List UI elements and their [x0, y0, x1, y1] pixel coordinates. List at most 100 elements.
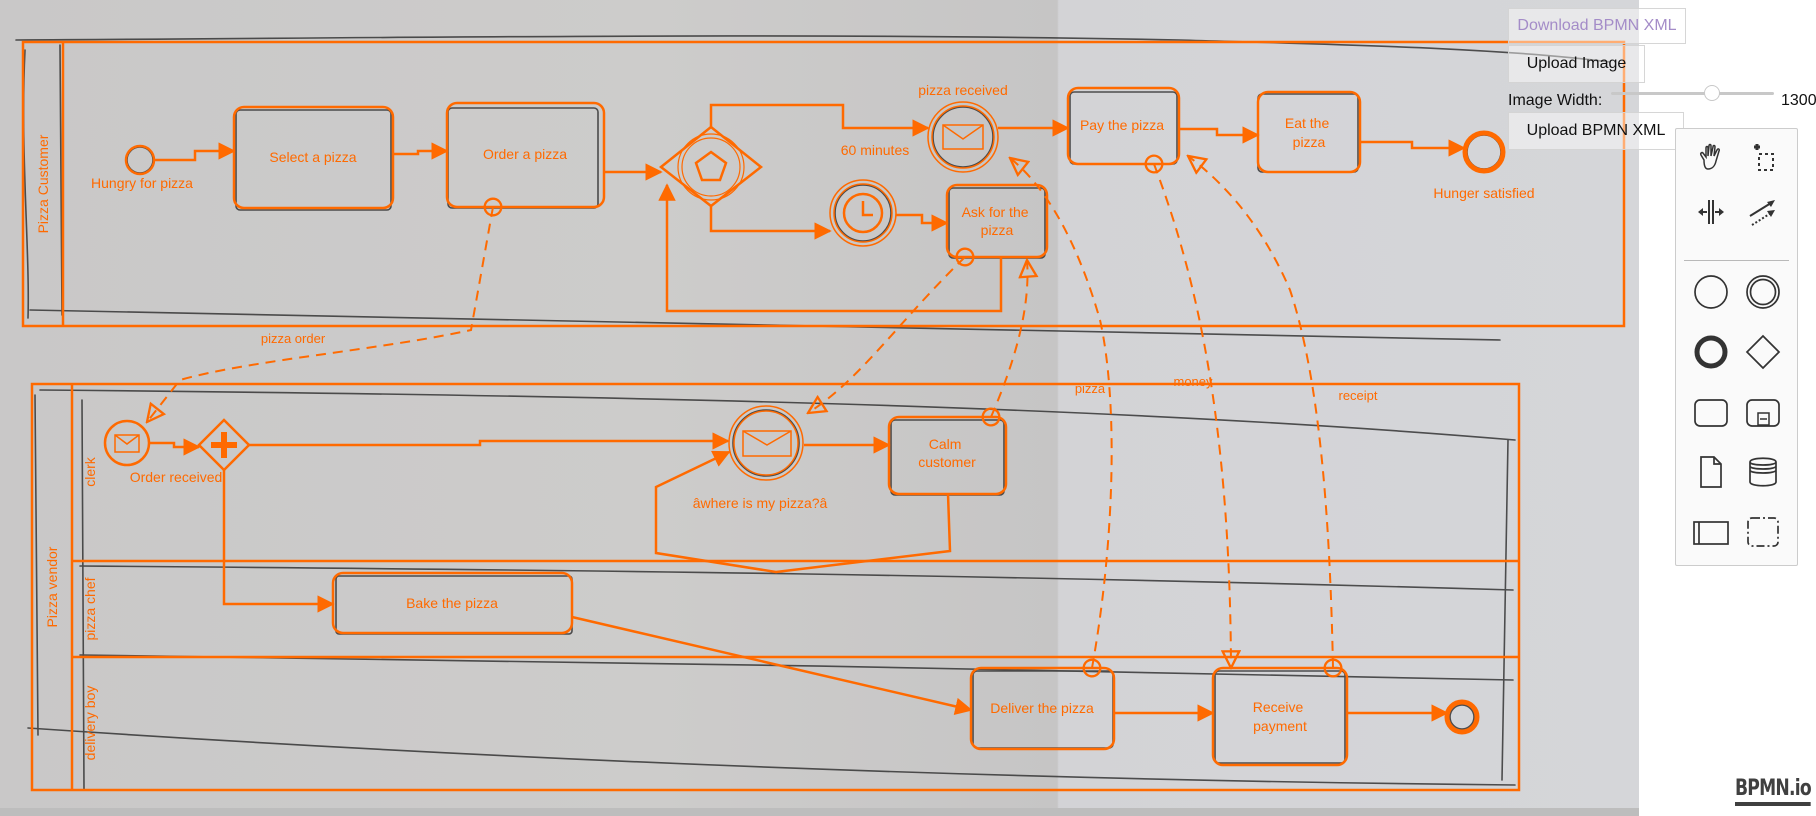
- message-flow-receipt[interactable]: [1188, 156, 1333, 668]
- create-intermediate-event[interactable]: [1740, 269, 1786, 315]
- message-flow-calm-customer[interactable]: [991, 260, 1028, 417]
- create-data-object[interactable]: [1688, 449, 1734, 495]
- create-participant[interactable]: [1688, 509, 1734, 555]
- lasso-icon: [1754, 144, 1774, 171]
- sequence-flow[interactable]: [1179, 126, 1260, 144]
- parallel-gateway[interactable]: [197, 418, 251, 472]
- sequence-flow[interactable]: [896, 213, 949, 232]
- subprocess-icon: [1746, 399, 1780, 427]
- label-pizza-received: pizza received: [918, 82, 1008, 98]
- lane-label-delivery-boy: delivery boy: [82, 686, 98, 761]
- task-label-pay: Pay the pizza: [1080, 117, 1164, 133]
- plus-icon: [211, 432, 237, 458]
- task-icon: [1694, 399, 1728, 427]
- task-label-eat-line2: pizza: [1293, 134, 1326, 150]
- image-width-label: Image Width:: [1508, 92, 1603, 109]
- download-bpmn-xml-button[interactable]: Download BPMN XML: [1508, 8, 1686, 44]
- task-label-receive-line1: Receive: [1253, 699, 1304, 715]
- sequence-flow[interactable]: [654, 450, 952, 574]
- slider-track[interactable]: [1611, 92, 1774, 95]
- hand-tool[interactable]: [1688, 135, 1734, 181]
- message-flow-money[interactable]: [1154, 164, 1231, 668]
- label-money: money: [1173, 374, 1213, 389]
- label-hunger-satisfied: Hunger satisfied: [1433, 185, 1534, 201]
- event-based-gateway[interactable]: [658, 125, 764, 208]
- label-pizza-order: pizza order: [261, 331, 326, 346]
- task-label-order: Order a pizza: [483, 146, 567, 162]
- task-ask-for-pizza[interactable]: [945, 183, 1049, 259]
- sequence-flow[interactable]: [222, 470, 335, 613]
- task-label-ask-line2: pizza: [981, 222, 1014, 238]
- create-gateway[interactable]: [1740, 329, 1786, 375]
- create-end-event[interactable]: [1688, 329, 1734, 375]
- task-receive-payment[interactable]: [1211, 666, 1349, 767]
- task-label-deliver: Deliver the pizza: [990, 700, 1094, 716]
- lasso-tool[interactable]: [1740, 135, 1786, 181]
- task-label-select: Select a pizza: [269, 149, 356, 165]
- image-width-value: 1300: [1781, 92, 1816, 109]
- task-label-receive-payment: Receive payment: [1253, 699, 1307, 734]
- sequence-flow[interactable]: [709, 103, 930, 137]
- task-label-calm-line2: customer: [918, 454, 976, 470]
- message-flow-where-is-my-pizza[interactable]: [808, 257, 965, 413]
- task-eat-pizza[interactable]: [1256, 90, 1362, 174]
- connect-icon: [1749, 200, 1775, 226]
- label-receipt: receipt: [1338, 388, 1377, 403]
- task-label-receive-line2: payment: [1253, 718, 1307, 734]
- start-event-hungry[interactable]: [124, 144, 156, 176]
- sequence-flow[interactable]: [149, 438, 201, 456]
- task-label-calm-line1: Calm: [929, 436, 962, 452]
- create-subprocess[interactable]: [1740, 389, 1786, 435]
- participant-icon: [1693, 521, 1729, 545]
- start-message-event-order-received[interactable]: [103, 419, 151, 467]
- space-tool[interactable]: [1688, 189, 1734, 235]
- lane-label-pizza-chef: pizza chef: [82, 577, 98, 640]
- start-event-icon: [1694, 275, 1728, 309]
- upload-bpmn-xml-button[interactable]: Upload BPMN XML: [1508, 112, 1684, 150]
- intermediate-message-event-where-is-my-pizza[interactable]: [728, 405, 804, 481]
- data-store-icon: [1749, 457, 1777, 487]
- task-label-bake: Bake the pizza: [406, 595, 498, 611]
- upload-image-button[interactable]: Upload Image: [1508, 45, 1645, 83]
- message-flow-pizza[interactable]: [1010, 158, 1113, 668]
- palette-separator: [1684, 260, 1789, 261]
- space-tool-icon: [1698, 200, 1724, 224]
- create-data-store[interactable]: [1740, 449, 1786, 495]
- end-event-hunger-satisfied[interactable]: [1462, 130, 1506, 174]
- create-task[interactable]: [1688, 389, 1734, 435]
- hand-icon: [1700, 143, 1720, 170]
- pool-label-vendor: Pizza vendor: [44, 546, 60, 627]
- create-group[interactable]: [1740, 509, 1786, 555]
- create-start-event[interactable]: [1688, 269, 1734, 315]
- pool-pizza-customer[interactable]: [21, 40, 1626, 328]
- global-connect-tool[interactable]: [1740, 189, 1786, 235]
- sequence-flow[interactable]: [1360, 139, 1466, 157]
- task-label-calm: Calm customer: [918, 436, 976, 470]
- message-flow-pizza-order[interactable]: [147, 207, 493, 422]
- intermediate-timer-event-60-minutes[interactable]: [829, 179, 897, 247]
- task-label-ask-line1: Ask for the: [962, 204, 1029, 220]
- data-object-icon: [1700, 456, 1722, 488]
- sequence-flow[interactable]: [249, 432, 730, 450]
- sequence-flow[interactable]: [709, 206, 832, 240]
- bpmn-io-logo[interactable]: BPMN.io: [1735, 777, 1812, 806]
- pentagon-icon: [694, 150, 728, 182]
- task-label-eat-line1: Eat the: [1285, 115, 1330, 131]
- label-order-received: Order received: [130, 469, 223, 485]
- label-hungry-for-pizza: Hungry for pizza: [91, 175, 193, 191]
- task-label-ask: Ask for the pizza: [962, 204, 1033, 238]
- end-event-vendor[interactable]: [1444, 699, 1480, 735]
- label-60-minutes: 60 minutes: [841, 142, 909, 158]
- sequence-flow[interactable]: [658, 183, 1003, 313]
- slider-thumb[interactable]: [1704, 85, 1721, 101]
- gateway-icon: [1745, 334, 1781, 370]
- tool-palette: [1675, 128, 1798, 566]
- sequence-flow[interactable]: [571, 615, 973, 715]
- end-event-icon: [1694, 335, 1728, 369]
- lane-label-clerk: clerk: [82, 456, 98, 487]
- task-label-eat: Eat the pizza: [1285, 115, 1333, 150]
- sequence-flow[interactable]: [393, 142, 449, 160]
- sequence-flow[interactable]: [154, 142, 236, 162]
- intermediate-message-event-pizza-received[interactable]: [927, 101, 999, 173]
- image-width-slider[interactable]: [1611, 85, 1774, 101]
